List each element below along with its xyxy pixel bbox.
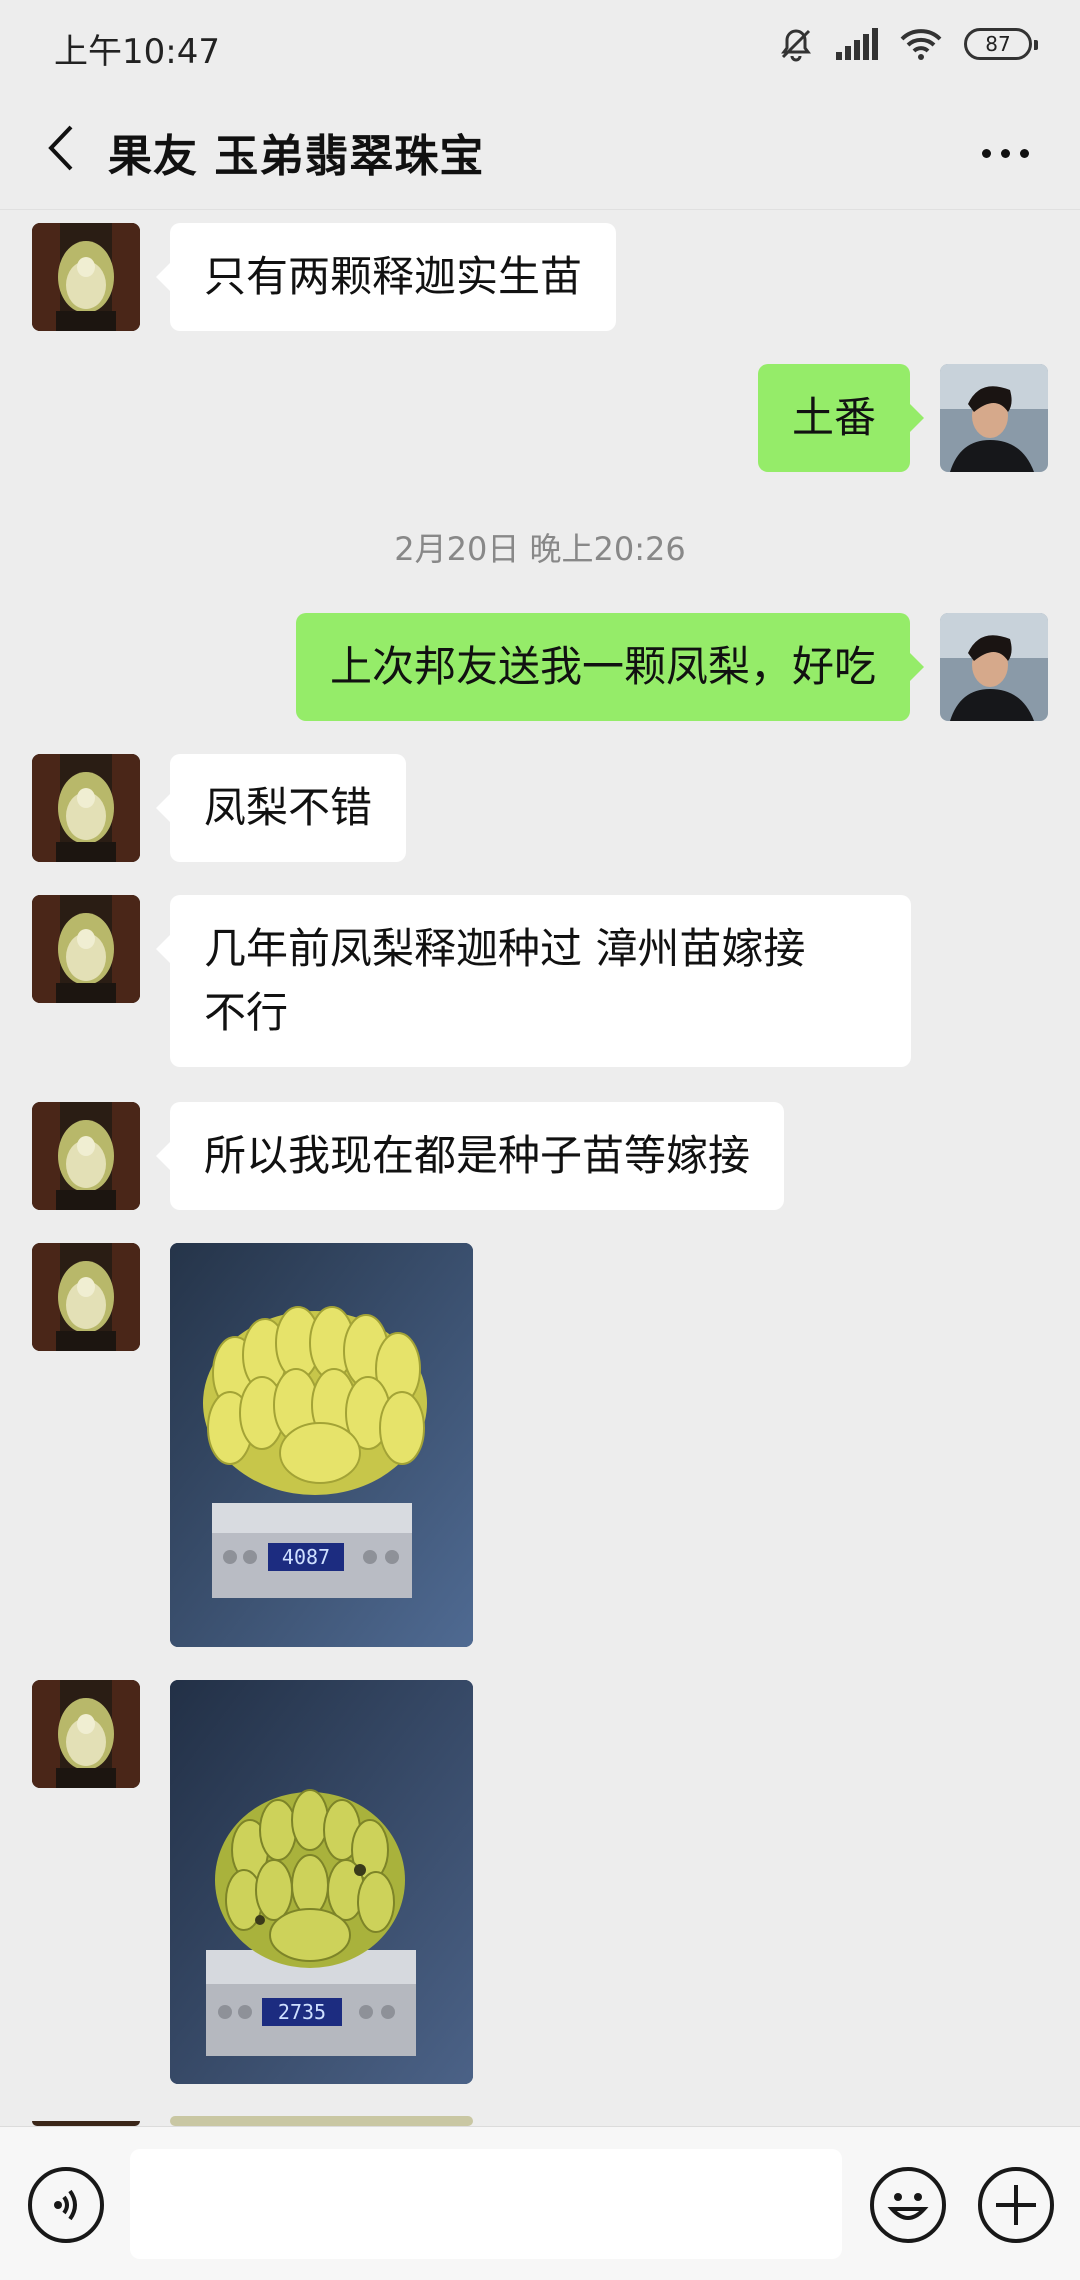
chat-title: 果友 玉弟翡翠珠宝 — [108, 131, 485, 182]
message-bubble[interactable]: 所以我现在都是种子苗等嫁接 — [155, 1102, 785, 1210]
scale-reading: 2735 — [278, 2000, 326, 2024]
user-avatar[interactable] — [940, 364, 1048, 472]
chevron-left-icon — [45, 123, 75, 177]
chat-header: 果友 玉弟翡翠珠宝 — [0, 90, 1080, 210]
message-bubble[interactable]: 只有两颗释迦实生苗 — [155, 223, 617, 331]
contact-avatar[interactable] — [32, 754, 140, 862]
contact-avatar[interactable] — [32, 1102, 140, 1210]
more-button[interactable] — [960, 128, 1050, 178]
contact-avatar — [32, 2116, 140, 2126]
message-bubble[interactable]: 凤梨不错 — [155, 754, 407, 862]
contact-avatar[interactable] — [32, 223, 140, 331]
photo-message[interactable]: 4087 — [170, 1243, 473, 1647]
contact-avatar[interactable] — [32, 1243, 140, 1351]
scale-reading: 4087 — [282, 1545, 330, 1569]
voice-icon — [32, 2189, 100, 2243]
contact-avatar[interactable] — [32, 895, 140, 1003]
contact-avatar[interactable] — [32, 1680, 140, 1788]
photo-message — [170, 2116, 473, 2126]
message-bubble[interactable]: 几年前凤梨释迦种过 漳州苗嫁接 不行 — [156, 895, 911, 1067]
user-avatar[interactable] — [940, 613, 1048, 721]
message-bubble[interactable]: 上次邦友送我一颗凤梨，好吃 — [295, 613, 925, 721]
battery-indicator: 87 — [964, 28, 1038, 60]
input-bar — [0, 2126, 1080, 2280]
message-bubble[interactable]: 土番 — [757, 364, 925, 472]
message-timestamp: 2月20日 晚上20:26 — [394, 530, 686, 568]
emoji-icon — [874, 2193, 942, 2243]
photo-message[interactable]: 2735 — [170, 1680, 473, 2084]
plus-icon — [982, 2185, 1050, 2243]
status-bar: 上午10:47 87 — [0, 0, 1080, 90]
message-input[interactable] — [130, 2149, 842, 2259]
status-icons: 87 — [778, 24, 1038, 64]
status-time: 上午10:47 — [54, 32, 220, 72]
back-button[interactable] — [30, 118, 90, 182]
voice-button[interactable] — [28, 2167, 104, 2243]
more-dots-icon — [981, 148, 1029, 158]
plus-button[interactable] — [978, 2167, 1054, 2243]
emoji-button[interactable] — [870, 2167, 946, 2243]
wifi-icon — [900, 28, 942, 60]
signal-icon — [836, 28, 878, 60]
mute-icon — [778, 26, 814, 62]
